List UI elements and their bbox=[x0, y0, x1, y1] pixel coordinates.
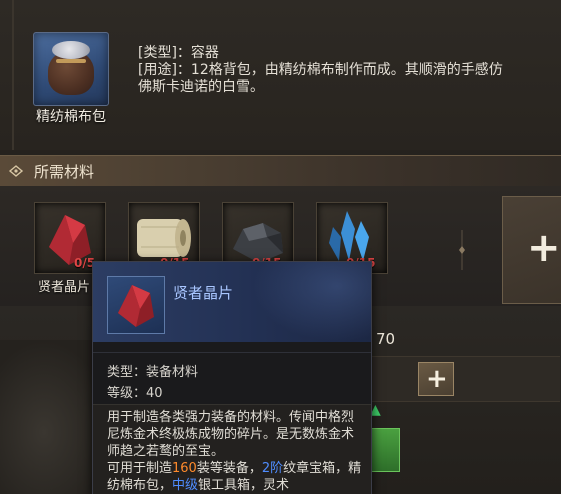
craft-quantity: 70 bbox=[376, 330, 396, 348]
item-use-line-2: 佛斯卡迪诺的白雪。 bbox=[138, 79, 264, 95]
tooltip-icon-slot bbox=[107, 276, 165, 334]
craft-button[interactable] bbox=[368, 428, 400, 472]
material-tooltip: 贤者晶片 类型：装备材料 等级：40 用于制造各类强力装备的材料。传闻中格烈尼炼… bbox=[92, 261, 372, 494]
slot-divider-ornament bbox=[459, 230, 465, 270]
tooltip-tier: 2阶 bbox=[261, 461, 284, 476]
materials-header: 所需材料 bbox=[0, 155, 561, 187]
crafting-window: 精纺棉布包 [类型]：容器 [用途]：12格背包，由精纺棉布制作而成。其顺滑的手… bbox=[0, 0, 561, 494]
tooltip-desc-lore: 用于制造各类强力装备的材料。传闻中格烈尼炼金术终极炼成物的碎片。是无数炼金术师趋… bbox=[107, 410, 355, 459]
tooltip-item-level: 160 bbox=[172, 461, 197, 476]
tooltip-description: 用于制造各类强力装备的材料。传闻中格烈尼炼金术终极炼成物的碎片。是无数炼金术师趋… bbox=[107, 409, 363, 494]
item-name: 精纺棉布包 bbox=[36, 109, 106, 125]
increase-quantity-button[interactable]: + bbox=[418, 362, 454, 396]
materials-title: 所需材料 bbox=[34, 163, 95, 181]
tooltip-item-name: 贤者晶片 bbox=[173, 284, 234, 302]
tooltip-type: 类型：装备材料 bbox=[107, 365, 199, 380]
item-info-panel: 精纺棉布包 [类型]：容器 [用途]：12格背包，由精纺棉布制作而成。其顺滑的手… bbox=[0, 0, 561, 150]
plus-icon: + bbox=[426, 364, 448, 394]
tooltip-desc-usage: 可用于制造160装等装备，2阶纹章宝箱，精纺棉布包，中级银工具箱，灵术 bbox=[107, 461, 362, 493]
tooltip-separator bbox=[93, 352, 371, 353]
plus-icon: + bbox=[527, 225, 561, 271]
tooltip-level: 等级：40 bbox=[107, 386, 163, 401]
quantity-strip bbox=[360, 356, 560, 402]
tooltip-grade: 中级 bbox=[172, 478, 199, 493]
item-use-line-1: [用途]：12格背包，由精纺棉布制作而成。其顺滑的手感仿 bbox=[138, 62, 503, 78]
add-material-button[interactable]: + bbox=[502, 196, 561, 304]
item-description: [类型]：容器 [用途]：12格背包，由精纺棉布制作而成。其顺滑的手感仿 佛斯卡… bbox=[138, 45, 561, 96]
item-type-line: [类型]：容器 bbox=[138, 45, 219, 61]
header-ornament-icon bbox=[8, 165, 24, 177]
panel-frame-line bbox=[12, 0, 14, 150]
red-crystal-icon bbox=[118, 285, 154, 327]
item-icon-slot[interactable] bbox=[33, 32, 109, 106]
